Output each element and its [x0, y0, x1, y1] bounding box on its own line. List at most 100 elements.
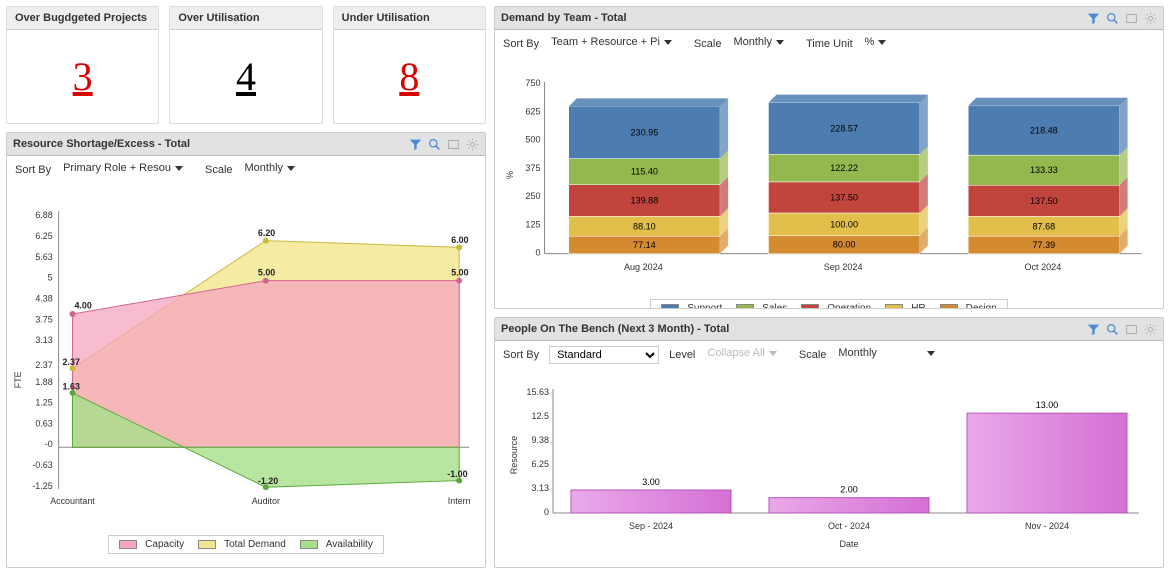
timeunit-label: Time Unit [806, 38, 853, 50]
kpi-overutil[interactable]: Over Utilisation 4 [169, 6, 322, 124]
svg-text:15.63: 15.63 [526, 387, 549, 397]
svg-text:88.10: 88.10 [633, 221, 656, 231]
svg-text:80.00: 80.00 [833, 240, 856, 250]
gear-icon[interactable] [1143, 322, 1157, 336]
svg-text:3.13: 3.13 [531, 483, 549, 493]
kpi-value: 8 [334, 30, 485, 123]
svg-text:125: 125 [525, 219, 540, 229]
chevron-down-icon [776, 40, 784, 45]
scale-label: Scale [799, 349, 827, 361]
demand-panel: Demand by Team - Total Sort By Team + Re… [494, 6, 1164, 309]
svg-text:3.00: 3.00 [642, 477, 660, 487]
svg-text:100.00: 100.00 [830, 219, 858, 229]
svg-text:2.37: 2.37 [63, 357, 80, 367]
svg-text:133.33: 133.33 [1030, 165, 1058, 175]
svg-text:137.50: 137.50 [830, 192, 858, 202]
svg-text:-0.63: -0.63 [32, 460, 52, 470]
svg-text:Date: Date [839, 539, 858, 549]
svg-text:4.00: 4.00 [74, 300, 91, 310]
timeunit-select[interactable]: % [863, 35, 899, 53]
svg-text:12.5: 12.5 [531, 411, 549, 421]
search-icon[interactable] [1105, 322, 1119, 336]
svg-text:2.37: 2.37 [35, 360, 52, 370]
svg-text:Sep 2024: Sep 2024 [824, 262, 863, 272]
expand-icon[interactable] [446, 137, 460, 151]
svg-text:3.13: 3.13 [35, 335, 52, 345]
search-icon[interactable] [427, 137, 441, 151]
kpi-underutil[interactable]: Under Utilisation 8 [333, 6, 486, 124]
svg-text:6.20: 6.20 [258, 228, 275, 238]
svg-text:Oct - 2024: Oct - 2024 [828, 521, 870, 531]
sortby-select[interactable]: Standard [549, 346, 659, 364]
bench-panel: People On The Bench (Next 3 Month) - Tot… [494, 317, 1164, 568]
scale-label: Scale [694, 38, 722, 50]
sortby-select[interactable]: Team + Resource + Pi [549, 35, 684, 53]
expand-icon[interactable] [1124, 322, 1138, 336]
svg-text:5: 5 [48, 273, 53, 283]
svg-text:13.00: 13.00 [1036, 401, 1059, 411]
svg-text:87.68: 87.68 [1033, 221, 1056, 231]
svg-text:77.39: 77.39 [1033, 240, 1056, 250]
bench-chart: Resource 0 3.13 6.25 9.38 12.5 15.63 3. [495, 369, 1163, 567]
expand-icon[interactable] [1124, 11, 1138, 25]
search-icon[interactable] [1105, 11, 1119, 25]
svg-text:230.95: 230.95 [631, 128, 659, 138]
chevron-down-icon [175, 166, 183, 171]
svg-text:122.22: 122.22 [830, 163, 858, 173]
svg-text:218.48: 218.48 [1030, 125, 1058, 135]
filter-icon[interactable] [408, 137, 422, 151]
svg-text:2.00: 2.00 [840, 485, 858, 495]
panel-title: People On The Bench (Next 3 Month) - Tot… [501, 323, 1086, 335]
demand-chart: % 0 125 250 375 500 625 750 77.1488.1013… [495, 58, 1163, 309]
svg-text:750: 750 [525, 78, 540, 88]
gear-icon[interactable] [465, 137, 479, 151]
svg-text:1.25: 1.25 [35, 398, 52, 408]
svg-text:-1.20: -1.20 [258, 476, 278, 486]
resource-legend: Capacity Total Demand Availability [108, 535, 384, 554]
svg-text:0.63: 0.63 [35, 418, 52, 428]
svg-text:625: 625 [525, 106, 540, 116]
sortby-label: Sort By [503, 349, 539, 361]
svg-text:1.63: 1.63 [63, 382, 80, 392]
demand-legend: Support Sales Operation HR Design [650, 299, 1008, 309]
svg-text:Resource: Resource [509, 436, 519, 475]
svg-text:6.25: 6.25 [35, 231, 52, 241]
svg-text:%: % [505, 171, 515, 179]
kpi-row: Over Bugdgeted Projects 3 Over Utilisati… [6, 6, 486, 124]
chevron-down-icon [287, 166, 295, 171]
svg-text:500: 500 [525, 135, 540, 145]
scale-select[interactable]: Monthly [836, 346, 995, 364]
level-label: Level [669, 349, 695, 361]
svg-text:228.57: 228.57 [830, 123, 858, 133]
scale-select[interactable]: Monthly [243, 161, 308, 179]
svg-text:Auditor: Auditor [252, 496, 280, 506]
svg-text:-0: -0 [45, 439, 53, 449]
kpi-title: Over Utilisation [170, 7, 321, 30]
panel-title: Resource Shortage/Excess - Total [13, 138, 408, 150]
kpi-overbudget[interactable]: Over Bugdgeted Projects 3 [6, 6, 159, 124]
svg-text:Sep - 2024: Sep - 2024 [629, 521, 673, 531]
kpi-value: 4 [170, 30, 321, 123]
kpi-title: Under Utilisation [334, 7, 485, 30]
svg-text:0: 0 [535, 248, 540, 258]
resource-chart: FTE -1.25 -0.63 -0 0.63 1.25 1.88 2.37 3… [7, 184, 485, 567]
svg-text:6.25: 6.25 [531, 459, 549, 469]
svg-text:137.50: 137.50 [1030, 196, 1058, 206]
scale-select[interactable]: Monthly [731, 35, 796, 53]
kpi-title: Over Bugdgeted Projects [7, 7, 158, 30]
resource-shortage-panel: Resource Shortage/Excess - Total Sort By… [6, 132, 486, 568]
svg-text:139.88: 139.88 [631, 196, 659, 206]
svg-text:3.75: 3.75 [35, 314, 52, 324]
filter-icon[interactable] [1086, 322, 1100, 336]
svg-text:77.14: 77.14 [633, 240, 656, 250]
sortby-select[interactable]: Primary Role + Resou [61, 161, 195, 179]
filter-icon[interactable] [1086, 11, 1100, 25]
panel-title: Demand by Team - Total [501, 12, 1086, 24]
svg-text:Aug 2024: Aug 2024 [624, 262, 663, 272]
svg-text:5.00: 5.00 [451, 268, 468, 278]
gear-icon[interactable] [1143, 11, 1157, 25]
scale-label: Scale [205, 164, 233, 176]
svg-text:5.63: 5.63 [35, 252, 52, 262]
level-select[interactable]: Collapse All [705, 346, 788, 364]
svg-text:6.88: 6.88 [35, 210, 52, 220]
